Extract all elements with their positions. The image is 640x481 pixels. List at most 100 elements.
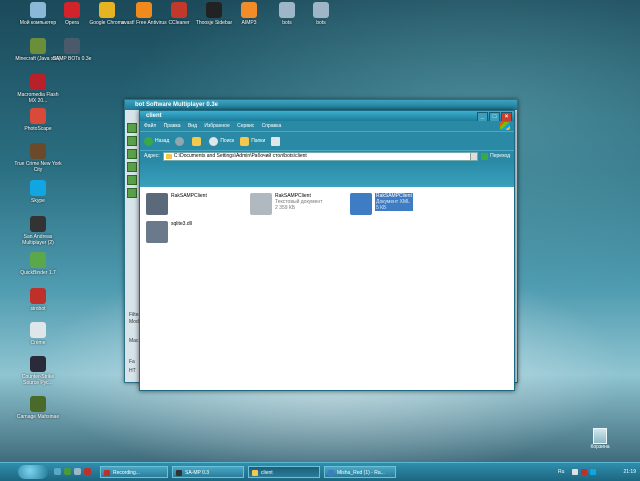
dll-file-icon xyxy=(146,221,168,243)
desktop-icon[interactable]: PhotoScape xyxy=(14,108,62,132)
desktop-icon-label: Macromedia Flash MX 20... xyxy=(17,92,59,104)
window-titlebar[interactable]: client _ □ × xyxy=(140,111,514,122)
task-button[interactable]: SA-MP 0.3 xyxy=(172,466,244,478)
desktop-icon-label: QuickBinder 1.7 xyxy=(20,270,56,276)
desktop-icon[interactable]: Counter-Strike Source Рус... xyxy=(14,356,62,386)
explorer-window[interactable]: client _ □ × Файл Правка Вид Избранное Сер… xyxy=(139,110,515,391)
document-icon xyxy=(328,470,334,476)
desktop-icon[interactable]: Skype xyxy=(14,180,62,204)
task-label: client xyxy=(261,470,273,476)
file-item-selected[interactable]: RakSAMPClient Документ XML 5 КБ xyxy=(350,193,413,215)
start-button[interactable] xyxy=(18,465,48,479)
language-indicator[interactable]: Ru xyxy=(558,469,564,475)
folders-button[interactable]: Папки xyxy=(240,136,266,146)
desktop-icon[interactable]: Macromedia Flash MX 20... xyxy=(14,74,62,104)
desktop-icon[interactable]: SAMP BOTs 0.3e xyxy=(48,38,96,62)
text-document-icon xyxy=(250,193,272,215)
back-arrow-icon xyxy=(144,136,153,146)
folder-icon xyxy=(165,153,172,159)
samp-icon xyxy=(176,470,182,476)
app-icon xyxy=(30,2,46,18)
address-input[interactable]: C:\Documents and Settings\Admin\Рабочий … xyxy=(162,151,479,161)
quicklaunch-icon[interactable] xyxy=(54,468,61,475)
menu-tools[interactable]: Сервис xyxy=(237,123,254,129)
task-button-active[interactable]: client xyxy=(248,466,320,478)
desktop-icon-label: sirobot xyxy=(30,306,46,312)
app-icon xyxy=(171,2,187,18)
app-icon xyxy=(30,322,46,338)
search-icon xyxy=(209,136,219,146)
volume-icon[interactable] xyxy=(572,469,578,475)
windows-logo-icon xyxy=(500,122,510,130)
sidebar-square[interactable] xyxy=(127,162,137,172)
sidebar-square[interactable] xyxy=(127,175,137,185)
go-button[interactable]: Переход xyxy=(481,152,510,160)
app-icon xyxy=(136,2,152,18)
desktop-icon-label: Crème xyxy=(30,340,46,346)
menu-edit[interactable]: Правка xyxy=(164,123,181,129)
views-button[interactable] xyxy=(271,136,282,146)
desktop-icon-label: Counter-Strike Source Рус... xyxy=(21,374,55,386)
sidebar-square[interactable] xyxy=(127,123,137,133)
desktop-icon-label: True Crime New York City xyxy=(14,161,62,173)
task-label: Recording... xyxy=(113,470,140,476)
menu-help[interactable]: Справка xyxy=(262,123,282,129)
file-size: 2 359 КБ xyxy=(275,205,296,211)
app-icon xyxy=(30,396,46,412)
app-icon xyxy=(30,216,46,232)
sidebar-square[interactable] xyxy=(127,136,137,146)
app-icon xyxy=(279,2,295,18)
app-icon xyxy=(64,38,80,54)
file-area[interactable]: RakSAMPClient RakSAMPClient Текстовый до… xyxy=(140,187,514,390)
address-label: Адрес: xyxy=(144,153,160,159)
address-path: C:\Documents and Settings\Admin\Рабочий … xyxy=(173,152,307,159)
file-item[interactable]: sqlite3.dll xyxy=(146,221,192,243)
desktop-icon[interactable]: bots xyxy=(297,2,345,26)
taskbar: Recording... SA-MP 0.3 client Misha_Red … xyxy=(0,462,640,481)
search-label: Поиск xyxy=(220,138,235,144)
quicklaunch-icon[interactable] xyxy=(84,468,91,475)
back-label: Назад xyxy=(155,138,170,144)
recycle-bin-icon[interactable]: Корзина xyxy=(588,428,612,450)
desktop-icon[interactable]: San Andreas Multiplayer (2) xyxy=(14,216,62,246)
file-item[interactable]: RakSAMPClient xyxy=(146,193,207,215)
menu-file[interactable]: Файл xyxy=(144,123,156,129)
forward-button[interactable] xyxy=(175,136,186,146)
desktop-icon[interactable]: QuickBinder 1.7 xyxy=(14,252,62,276)
sidebar-square[interactable] xyxy=(127,149,137,159)
app-icon xyxy=(30,252,46,268)
search-button[interactable]: Поиск xyxy=(209,136,235,146)
app-icon xyxy=(64,2,80,18)
skype-icon[interactable] xyxy=(590,469,596,475)
desktop-icon[interactable]: sirobot xyxy=(14,288,62,312)
back-window-title[interactable]: bot Software Multiplayer 0.3e xyxy=(125,100,517,110)
desktop-icon[interactable]: Carnage Mahsinae xyxy=(14,396,62,420)
up-folder-button[interactable] xyxy=(192,136,203,146)
folders-label: Папки xyxy=(251,138,266,144)
app-icon xyxy=(99,2,115,18)
app-icon xyxy=(241,2,257,18)
address-dropdown[interactable] xyxy=(470,152,478,160)
antivirus-icon[interactable] xyxy=(581,469,587,475)
desktop-icon-label: Skype xyxy=(31,198,45,204)
desktop-icon[interactable]: True Crime New York City xyxy=(14,143,62,173)
quicklaunch-icon[interactable] xyxy=(64,468,71,475)
file-item[interactable]: RakSAMPClient Текстовый документ 2 359 К… xyxy=(250,193,322,215)
file-name: sqlite3.dll xyxy=(171,221,192,227)
recycle-bin-label: Корзина xyxy=(590,444,610,450)
task-button[interactable]: Misha_Red (1) - Ra... xyxy=(324,466,396,478)
task-button[interactable]: Recording... xyxy=(100,466,168,478)
stub-text: Mac xyxy=(129,338,139,344)
desktop-icon-label: San Andreas Multiplayer (2) xyxy=(22,234,54,246)
desktop-icon-label: PhotoScape xyxy=(24,126,52,132)
record-icon xyxy=(104,470,110,476)
back-button[interactable]: Назад xyxy=(144,136,170,146)
menu-view[interactable]: Вид xyxy=(188,123,197,129)
desktop-icon-label: bots xyxy=(316,20,326,26)
sidebar-square[interactable] xyxy=(127,188,137,198)
trash-icon xyxy=(593,428,607,444)
desktop-icon[interactable]: Crème xyxy=(14,322,62,346)
menu-favorites[interactable]: Избранное xyxy=(204,123,229,129)
back-window-sidebar xyxy=(127,120,139,201)
quicklaunch-icon[interactable] xyxy=(74,468,81,475)
